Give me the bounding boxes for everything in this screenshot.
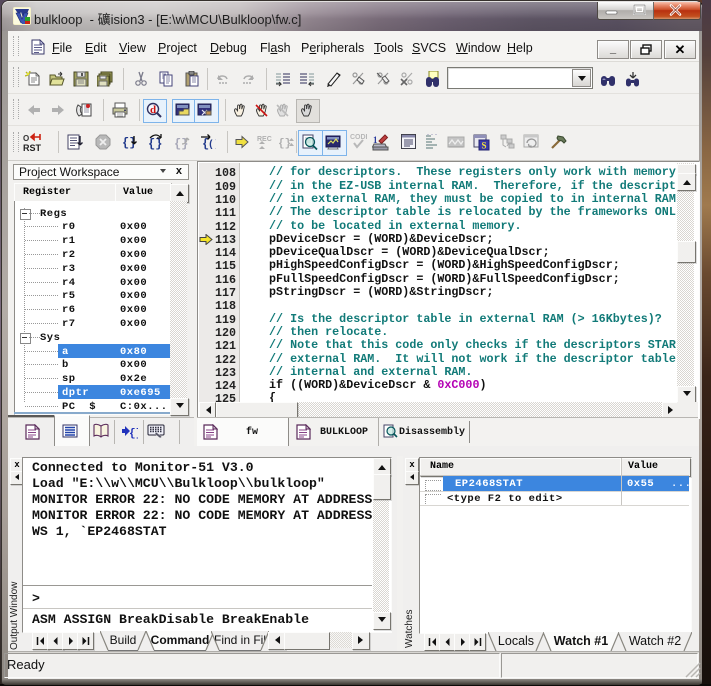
svg-text:d: d <box>150 104 156 116</box>
svg-text:{}: {} <box>129 428 138 439</box>
svg-text:RST: RST <box>23 143 42 153</box>
svg-text:REC: REC <box>257 136 272 143</box>
svg-text:CODE: CODE <box>350 134 367 141</box>
svg-text:S: S <box>482 141 487 151</box>
svg-text:(): () <box>208 139 216 150</box>
svg-text:{}: {} <box>278 138 291 150</box>
svg-text:O: O <box>23 134 29 143</box>
svg-text:{}: {} <box>148 137 162 150</box>
